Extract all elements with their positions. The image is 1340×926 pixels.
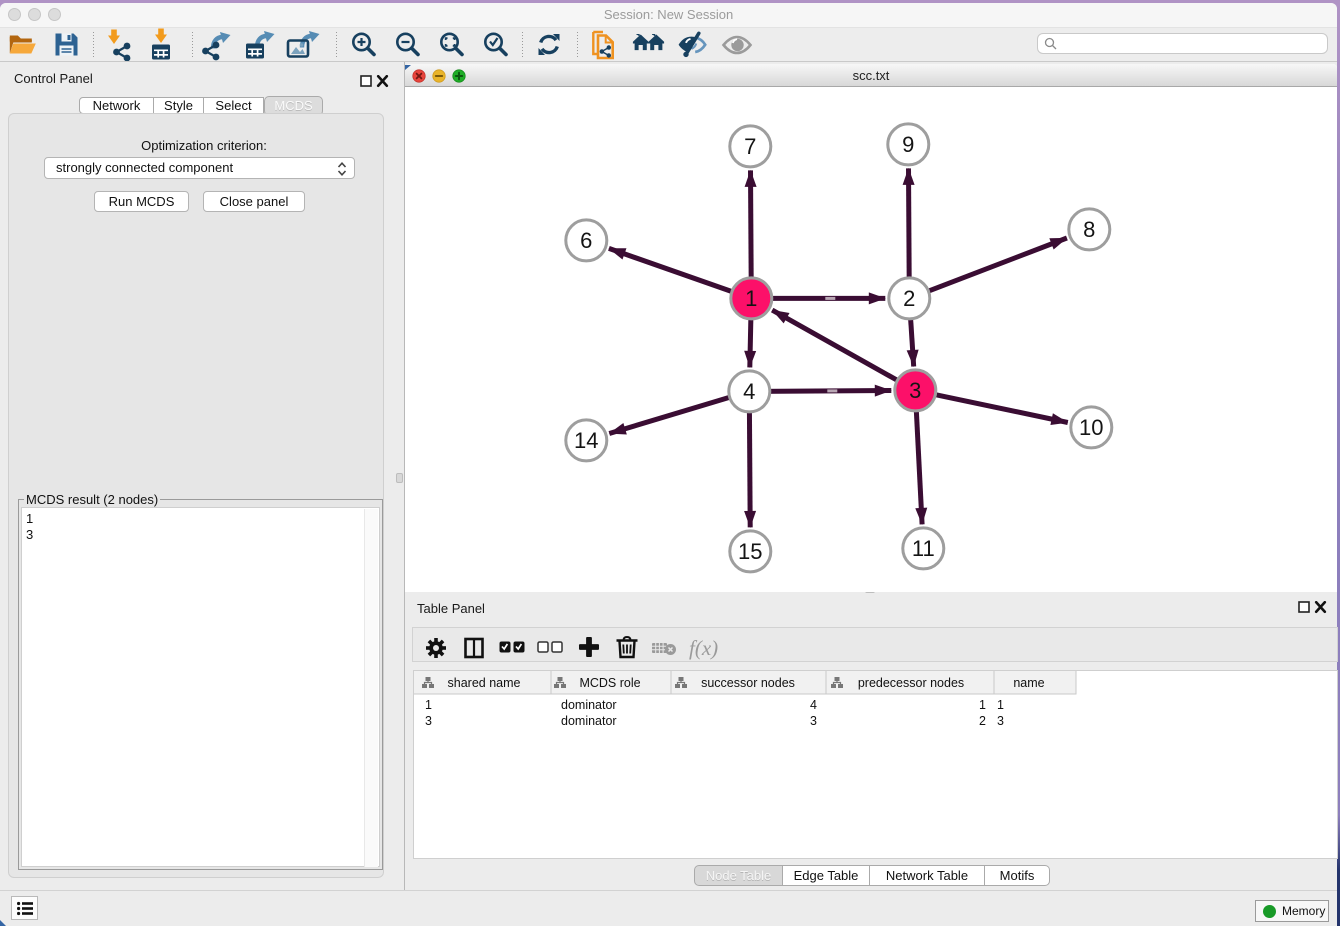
svg-text:successor nodes: successor nodes — [701, 676, 795, 690]
svg-text:9: 9 — [902, 132, 914, 157]
svg-text:shared name: shared name — [448, 676, 521, 690]
svg-text:11: 11 — [912, 536, 935, 561]
svg-text:8: 8 — [1083, 217, 1095, 242]
svg-text:1: 1 — [745, 286, 757, 311]
svg-text:6: 6 — [580, 228, 592, 253]
svg-text:2: 2 — [903, 286, 915, 311]
svg-text:10: 10 — [1079, 415, 1103, 440]
svg-text:4: 4 — [743, 379, 755, 404]
svg-text:name: name — [1013, 676, 1044, 690]
svg-text:14: 14 — [574, 428, 598, 453]
svg-text:predecessor nodes: predecessor nodes — [858, 676, 964, 690]
svg-text:7: 7 — [744, 134, 756, 159]
svg-text:MCDS role: MCDS role — [579, 676, 640, 690]
svg-text:15: 15 — [738, 539, 762, 564]
svg-text:3: 3 — [909, 378, 921, 403]
svg-text:f(x): f(x) — [689, 636, 718, 660]
